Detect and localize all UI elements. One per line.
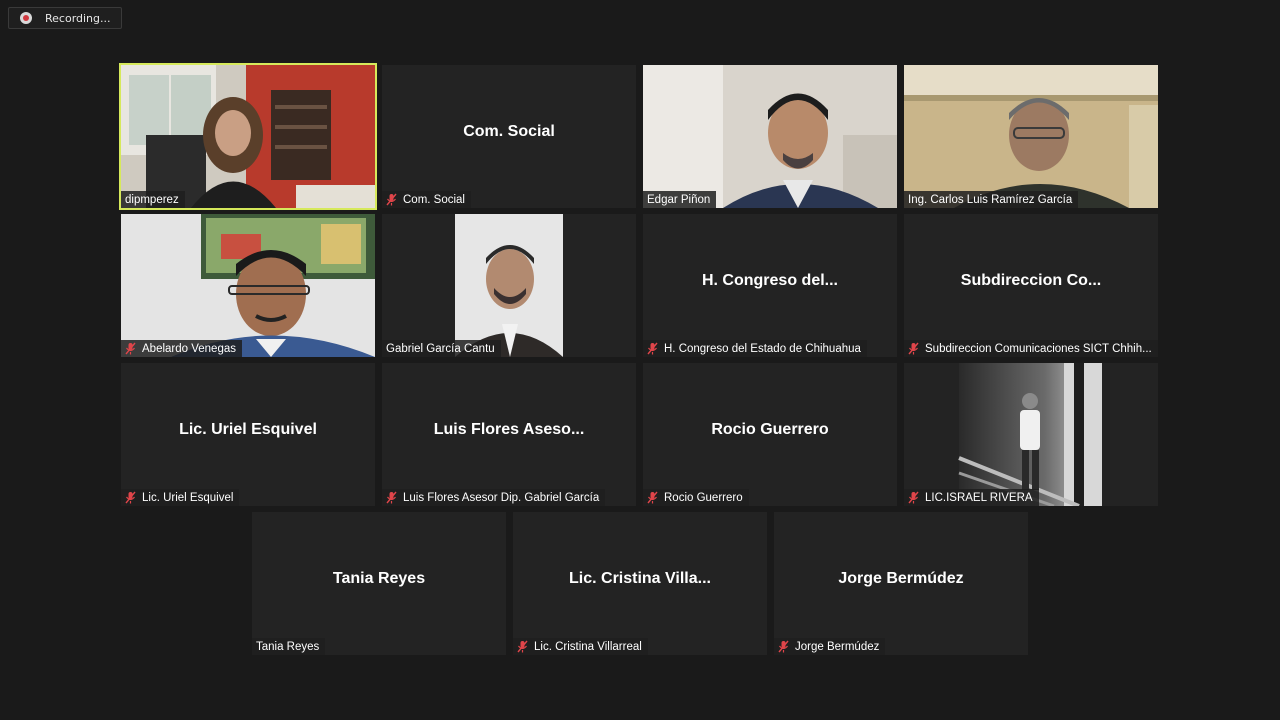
participant-name: Rocio Guerrero bbox=[664, 491, 743, 504]
mic-muted-icon bbox=[647, 342, 658, 355]
participant-display-name: Lic. Cristina Villa... bbox=[569, 570, 711, 587]
participant-name: dipmperez bbox=[125, 193, 179, 206]
participant-tile-subdireccion[interactable]: Subdireccion Co... Subdireccion Comunica… bbox=[904, 214, 1158, 357]
participant-tile-luis-flores[interactable]: Luis Flores Aseso... Luis Flores Asesor … bbox=[382, 363, 636, 506]
participant-tile-edgar-pinon[interactable]: Edgar Piñon bbox=[643, 65, 897, 208]
participant-video bbox=[904, 363, 1158, 506]
participant-video bbox=[904, 65, 1158, 208]
mic-muted-icon bbox=[908, 342, 919, 355]
participant-display-name: Com. Social bbox=[463, 123, 555, 140]
mic-muted-icon bbox=[517, 640, 528, 653]
participant-name-label: Subdireccion Comunicaciones SICT Chhih..… bbox=[904, 340, 1158, 357]
participant-name: Edgar Piñon bbox=[647, 193, 711, 206]
participant-name-label: Lic. Uriel Esquivel bbox=[121, 489, 240, 506]
participant-name: H. Congreso del Estado de Chihuahua bbox=[664, 342, 861, 355]
participant-video bbox=[121, 65, 375, 208]
participant-display-name: Subdireccion Co... bbox=[960, 272, 1102, 289]
participant-name-label: Abelardo Venegas bbox=[121, 340, 242, 357]
participant-name-label: Luis Flores Asesor Dip. Gabriel García bbox=[382, 489, 606, 506]
recording-dot-icon bbox=[20, 12, 32, 24]
participant-name-label: Jorge Bermúdez bbox=[774, 638, 886, 655]
participant-display-name: Jorge Bermúdez bbox=[838, 570, 964, 587]
recording-label: Recording... bbox=[45, 11, 111, 25]
participant-display-name: H. Congreso del... bbox=[701, 272, 838, 289]
participant-name-label: Edgar Piñon bbox=[643, 191, 717, 208]
participant-name: Abelardo Venegas bbox=[142, 342, 236, 355]
participant-name-label: Gabriel García Cantu bbox=[382, 340, 501, 357]
participant-name-label: LIC.ISRAEL RIVERA bbox=[904, 489, 1039, 506]
mic-muted-icon bbox=[647, 491, 658, 504]
participant-name: Tania Reyes bbox=[256, 640, 320, 653]
participant-name: Lic. Uriel Esquivel bbox=[142, 491, 234, 504]
participant-video bbox=[121, 214, 375, 357]
participant-name-label: dipmperez bbox=[121, 191, 185, 208]
mic-muted-icon bbox=[908, 491, 919, 504]
participant-tile-gabriel-garcia[interactable]: Gabriel García Cantu bbox=[382, 214, 636, 357]
participant-name-label: H. Congreso del Estado de Chihuahua bbox=[643, 340, 867, 357]
participant-tile-tania-reyes[interactable]: Tania Reyes Tania Reyes bbox=[252, 512, 506, 655]
participant-name: Jorge Bermúdez bbox=[795, 640, 880, 653]
participant-name-label: Ing. Carlos Luis Ramírez García bbox=[904, 191, 1079, 208]
participant-name: Lic. Cristina Villarreal bbox=[534, 640, 642, 653]
participant-name-label: Rocio Guerrero bbox=[643, 489, 749, 506]
participant-name: Ing. Carlos Luis Ramírez García bbox=[908, 193, 1073, 206]
participant-tile-rocio-guerrero[interactable]: Rocio Guerrero Rocio Guerrero bbox=[643, 363, 897, 506]
participant-tile-h-congreso[interactable]: H. Congreso del... H. Congreso del Estad… bbox=[643, 214, 897, 357]
participant-tile-abelardo-venegas[interactable]: Abelardo Venegas bbox=[121, 214, 375, 357]
participant-display-name: Lic. Uriel Esquivel bbox=[179, 421, 317, 438]
mic-muted-icon bbox=[125, 342, 136, 355]
participant-tile-dipmperez[interactable]: dipmperez bbox=[119, 63, 377, 210]
participant-display-name: Luis Flores Aseso... bbox=[433, 421, 585, 438]
participant-tile-jorge-bermudez[interactable]: Jorge Bermúdez Jorge Bermúdez bbox=[774, 512, 1028, 655]
mic-muted-icon bbox=[125, 491, 136, 504]
recording-indicator[interactable]: Recording... bbox=[8, 7, 122, 29]
participant-display-name: Tania Reyes bbox=[332, 570, 426, 587]
participant-tile-israel-rivera[interactable]: LIC.ISRAEL RIVERA bbox=[904, 363, 1158, 506]
participant-tile-cristina-villarreal[interactable]: Lic. Cristina Villa... Lic. Cristina Vil… bbox=[513, 512, 767, 655]
mic-muted-icon bbox=[386, 491, 397, 504]
participant-name: Com. Social bbox=[403, 193, 465, 206]
participant-video bbox=[382, 214, 636, 357]
participant-tile-com-social[interactable]: Com. Social Com. Social bbox=[382, 65, 636, 208]
participant-video bbox=[643, 65, 897, 208]
mic-muted-icon bbox=[778, 640, 789, 653]
participant-name: Subdireccion Comunicaciones SICT Chhih..… bbox=[925, 342, 1152, 355]
participant-name: LIC.ISRAEL RIVERA bbox=[925, 491, 1033, 504]
participant-display-name: Rocio Guerrero bbox=[711, 421, 829, 438]
mic-muted-icon bbox=[386, 193, 397, 206]
participant-tile-uriel-esquivel[interactable]: Lic. Uriel Esquivel Lic. Uriel Esquivel bbox=[121, 363, 375, 506]
participant-name-label: Lic. Cristina Villarreal bbox=[513, 638, 648, 655]
participant-name-label: Com. Social bbox=[382, 191, 471, 208]
participant-name: Gabriel García Cantu bbox=[386, 342, 495, 355]
participant-name: Luis Flores Asesor Dip. Gabriel García bbox=[403, 491, 600, 504]
participant-tile-carlos-ramirez[interactable]: Ing. Carlos Luis Ramírez García bbox=[904, 65, 1158, 208]
participant-name-label: Tania Reyes bbox=[252, 638, 326, 655]
